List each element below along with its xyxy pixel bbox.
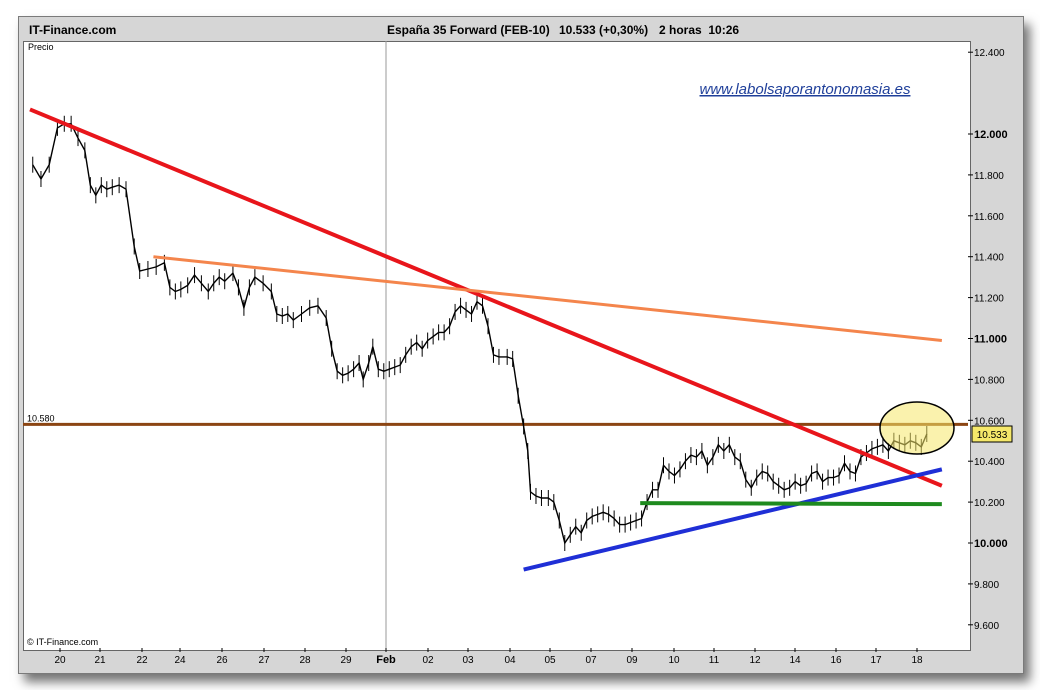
support-line (640, 501, 942, 507)
x-tick-label: 05 (544, 655, 556, 666)
x-tick-label: 17 (870, 655, 882, 666)
resistance-label: 10.580 (27, 413, 55, 423)
y-tick-label: 11.200 (974, 294, 1004, 305)
last-price-label: 10.533 (977, 430, 1008, 441)
y-tick-label: 12.400 (974, 48, 1005, 59)
x-tick-label: 29 (340, 655, 352, 666)
x-tick-label: Feb (376, 654, 396, 666)
x-tick-label: 12 (749, 655, 761, 666)
x-tick-label: 14 (789, 655, 801, 666)
highlight-ellipse (879, 401, 955, 455)
x-tick-label: 26 (216, 655, 228, 666)
x-tick-label: 02 (422, 655, 434, 666)
x-tick-label: 21 (94, 655, 106, 666)
y-tick-label: 11.600 (974, 212, 1004, 223)
x-tick-label: 24 (174, 655, 186, 666)
y-axis-label: Precio (28, 42, 54, 52)
x-tick-label: 16 (830, 655, 842, 666)
x-tick-label: 27 (258, 655, 270, 666)
y-tick-label: 12.000 (974, 129, 1008, 141)
x-tick-label: 03 (462, 655, 474, 666)
x-tick-label: 09 (626, 655, 638, 666)
y-tick-label: 11.800 (974, 171, 1004, 182)
y-tick-label: 9.600 (974, 621, 999, 632)
y-tick-label: 11.000 (974, 334, 1007, 346)
y-tick-label: 11.400 (974, 253, 1004, 264)
copyright: © IT-Finance.com (27, 637, 98, 647)
x-tick-label: 28 (299, 655, 311, 666)
y-tick-label: 10.400 (974, 457, 1005, 468)
price-chart: Precio 12.400 12.000 11.800 11.600 11.400 11.2… (23, 41, 1013, 666)
watermark-url: www.labolsaporantonomasia.es (700, 81, 911, 98)
x-tick-label: 11 (709, 655, 720, 666)
x-tick-label: 07 (585, 655, 597, 666)
x-tick-label: 10 (668, 655, 680, 666)
x-tick-label: 22 (136, 655, 148, 666)
y-tick-label: 9.800 (974, 580, 999, 591)
x-tick-label: 20 (54, 655, 66, 666)
y-tick-label: 10.000 (974, 538, 1008, 550)
y-tick-label: 10.200 (974, 498, 1005, 509)
price-series (32, 123, 928, 545)
downtrend-line (29, 107, 943, 488)
x-tick-label: 04 (504, 655, 516, 666)
y-tick-label: 10.800 (974, 375, 1005, 386)
x-tick-label: 18 (911, 655, 923, 666)
